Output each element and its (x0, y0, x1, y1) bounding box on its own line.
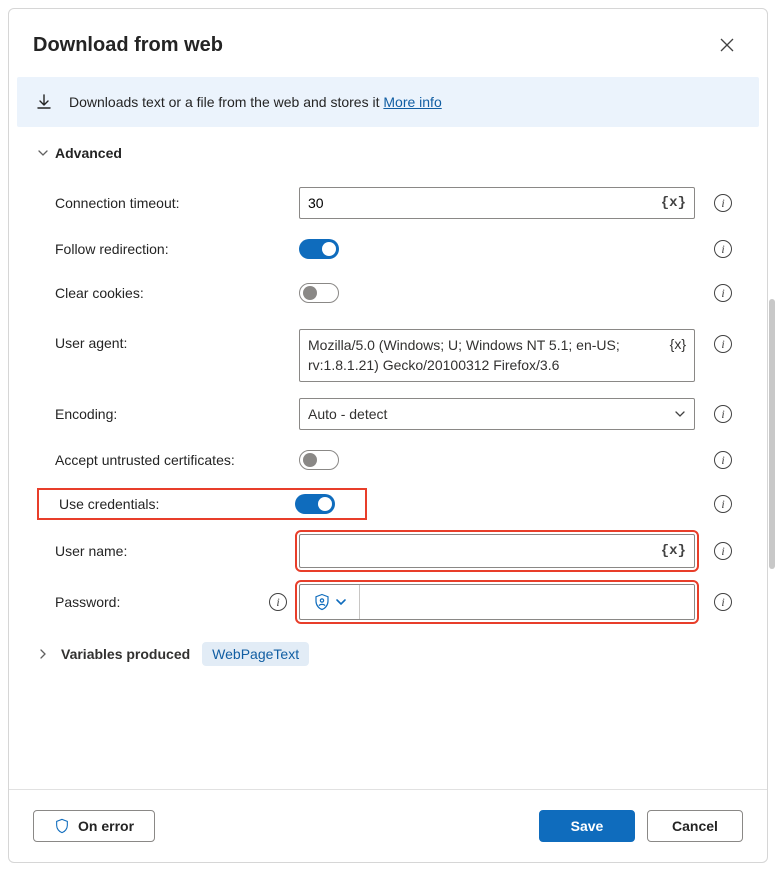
on-error-label: On error (78, 818, 134, 834)
variable-icon[interactable]: {x} (661, 195, 686, 211)
accept-untrusted-toggle[interactable] (299, 450, 339, 470)
encoding-select[interactable]: Auto - detect (299, 398, 695, 430)
on-error-button[interactable]: On error (33, 810, 155, 842)
clear-cookies-toggle[interactable] (299, 283, 339, 303)
user-agent-input-text[interactable]: Mozilla/5.0 (Windows; U; Windows NT 5.1;… (308, 336, 670, 375)
row-accept-untrusted: Accept untrusted certificates: i (37, 438, 739, 482)
dialog-header: Download from web (9, 9, 767, 77)
variables-produced-label: Variables produced (61, 646, 190, 662)
section-advanced[interactable]: Advanced (37, 145, 739, 161)
close-button[interactable] (711, 29, 743, 61)
section-variables-produced[interactable]: Variables produced WebPageText (37, 628, 739, 672)
password-input[interactable] (299, 584, 695, 620)
variable-chip[interactable]: WebPageText (202, 642, 309, 666)
variable-icon[interactable]: {x} (670, 336, 686, 352)
credential-picker-button[interactable] (300, 585, 360, 619)
encoding-select-value: Auto - detect (308, 406, 674, 422)
user-agent-label: User agent: (55, 335, 127, 351)
clear-cookies-label: Clear cookies: (55, 285, 144, 301)
info-icon[interactable]: i (714, 194, 732, 212)
section-advanced-label: Advanced (55, 145, 122, 161)
variable-icon[interactable]: {x} (661, 543, 686, 559)
follow-redirection-label: Follow redirection: (55, 241, 169, 257)
row-follow-redirection: Follow redirection: i (37, 227, 739, 271)
dialog-body: Advanced Connection timeout: {x} i Follo… (9, 127, 767, 789)
row-use-credentials: Use credentials: i (37, 482, 739, 526)
cancel-label: Cancel (672, 818, 718, 834)
row-clear-cookies: Clear cookies: i (37, 271, 739, 315)
info-icon[interactable]: i (714, 495, 732, 513)
dialog-footer: On error Save Cancel (9, 789, 767, 862)
info-icon[interactable]: i (714, 284, 732, 302)
row-password: Password: i i (37, 576, 739, 628)
scrollbar[interactable] (769, 299, 775, 569)
info-icon[interactable]: i (714, 335, 732, 353)
password-input-field[interactable] (360, 585, 694, 619)
chevron-down-icon (37, 147, 49, 159)
user-name-label: User name: (55, 543, 127, 559)
shield-outline-icon (54, 818, 70, 834)
banner-text: Downloads text or a file from the web an… (69, 94, 442, 110)
connection-timeout-input[interactable]: {x} (299, 187, 695, 219)
info-icon[interactable]: i (714, 240, 732, 258)
banner-description: Downloads text or a file from the web an… (69, 94, 383, 110)
dialog-title: Download from web (33, 34, 223, 57)
chevron-down-icon (674, 408, 686, 420)
info-banner: Downloads text or a file from the web an… (17, 77, 759, 127)
follow-redirection-toggle[interactable] (299, 239, 339, 259)
row-connection-timeout: Connection timeout: {x} i (37, 179, 739, 227)
info-icon[interactable]: i (269, 593, 287, 611)
accept-untrusted-label: Accept untrusted certificates: (55, 452, 235, 468)
user-name-input-field[interactable] (308, 539, 657, 563)
save-button[interactable]: Save (539, 810, 635, 842)
password-label: Password: (55, 594, 120, 610)
close-icon (719, 37, 735, 53)
use-credentials-toggle[interactable] (295, 494, 335, 514)
user-name-input[interactable]: {x} (299, 534, 695, 568)
user-agent-input[interactable]: Mozilla/5.0 (Windows; U; Windows NT 5.1;… (299, 329, 695, 382)
download-from-web-dialog: Download from web Downloads text or a fi… (8, 8, 768, 863)
download-icon (35, 93, 53, 111)
chevron-down-icon (335, 596, 347, 608)
use-credentials-label: Use credentials: (59, 496, 159, 512)
info-icon[interactable]: i (714, 405, 732, 423)
row-user-agent: User agent: Mozilla/5.0 (Windows; U; Win… (37, 315, 739, 390)
chevron-right-icon (37, 648, 49, 660)
row-user-name: User name: {x} i (37, 526, 739, 576)
connection-timeout-label: Connection timeout: (55, 195, 180, 211)
info-icon[interactable]: i (714, 593, 732, 611)
row-encoding: Encoding: Auto - detect i (37, 390, 739, 438)
connection-timeout-input-field[interactable] (308, 192, 657, 214)
shield-icon (313, 593, 331, 611)
info-icon[interactable]: i (714, 542, 732, 560)
more-info-link[interactable]: More info (383, 94, 441, 110)
cancel-button[interactable]: Cancel (647, 810, 743, 842)
encoding-label: Encoding: (55, 406, 117, 422)
info-icon[interactable]: i (714, 451, 732, 469)
save-label: Save (571, 818, 604, 834)
